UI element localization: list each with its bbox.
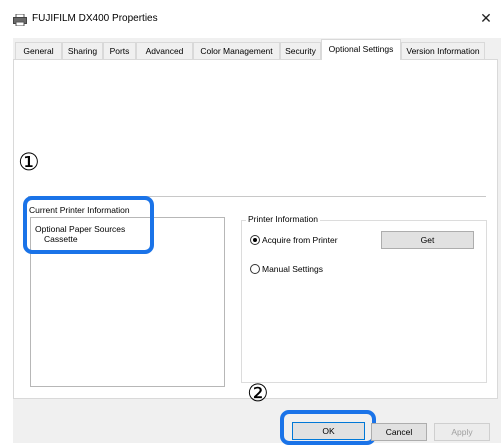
tab-advanced[interactable]: Advanced xyxy=(136,42,193,59)
tab-sharing[interactable]: Sharing xyxy=(62,42,103,59)
close-icon[interactable]: ✕ xyxy=(478,10,494,26)
acquire-label[interactable]: Acquire from Printer xyxy=(262,235,338,245)
callout-two: ② xyxy=(247,379,269,407)
tab-optional-settings[interactable]: Optional Settings xyxy=(321,39,401,60)
callout-one: ① xyxy=(18,148,40,176)
manual-label[interactable]: Manual Settings xyxy=(262,264,323,274)
tab-version-information[interactable]: Version Information xyxy=(401,42,485,59)
printer-icon xyxy=(13,14,27,26)
highlight-current-info xyxy=(23,196,154,254)
manual-radio[interactable] xyxy=(250,264,260,274)
tab-security[interactable]: Security xyxy=(280,42,321,59)
get-button[interactable]: Get xyxy=(381,231,474,249)
acquire-radio[interactable] xyxy=(250,235,260,245)
tab-ports[interactable]: Ports xyxy=(103,42,136,59)
apply-button[interactable]: Apply xyxy=(434,423,490,441)
tab-general[interactable]: General xyxy=(15,42,62,59)
tab-color-management[interactable]: Color Management xyxy=(193,42,280,59)
highlight-ok xyxy=(280,410,376,445)
cancel-button[interactable]: Cancel xyxy=(371,423,427,441)
window-title: FUJIFILM DX400 Properties xyxy=(32,13,158,24)
printer-info-label: Printer Information xyxy=(246,214,320,224)
